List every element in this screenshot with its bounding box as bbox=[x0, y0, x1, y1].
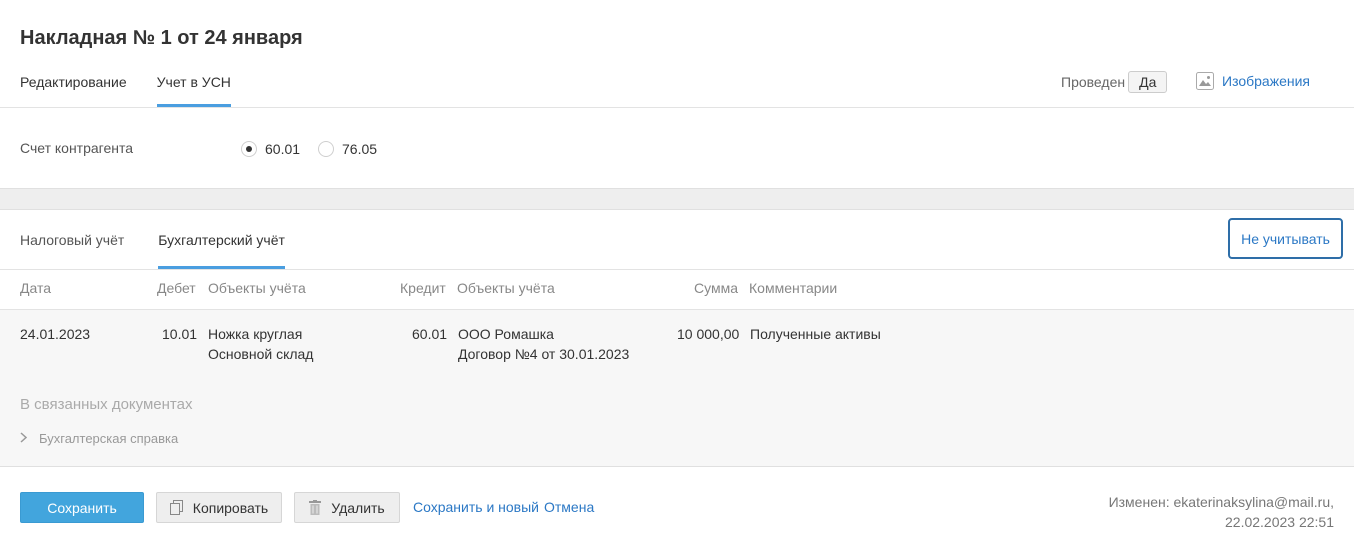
image-icon bbox=[1196, 72, 1214, 90]
save-and-new-link[interactable]: Сохранить и новый bbox=[413, 499, 539, 515]
col-header-debit-objects: Объекты учёта bbox=[208, 280, 306, 296]
modified-by: Изменен: ekaterinaksylina@mail.ru, bbox=[1108, 494, 1334, 510]
section-separator bbox=[0, 188, 1354, 210]
copy-button-label: Копировать bbox=[192, 499, 269, 516]
divider bbox=[0, 269, 1354, 270]
posted-label: Проведен bbox=[1061, 74, 1126, 90]
chevron-right-icon bbox=[20, 431, 28, 446]
linked-doc-label: Бухгалтерская справка bbox=[39, 431, 179, 446]
tab-usn-accounting[interactable]: Учет в УСН bbox=[156, 66, 232, 107]
counterparty-account-label: Счет контрагента bbox=[20, 140, 134, 156]
tab-bookkeeping[interactable]: Бухгалтерский учёт bbox=[158, 225, 285, 269]
radio-account-76-05[interactable]: 76.05 bbox=[318, 141, 377, 157]
cell-date: 24.01.2023 bbox=[20, 326, 91, 342]
cell-amount: 10 000,00 bbox=[677, 326, 740, 342]
modified-info: Изменен: ekaterinaksylina@mail.ru, 22.02… bbox=[1109, 492, 1334, 532]
col-header-amount: Сумма bbox=[694, 280, 738, 296]
accounting-subtabs: Налоговый учёт Бухгалтерский учёт bbox=[20, 225, 319, 269]
trash-icon bbox=[309, 500, 322, 515]
col-header-debit: Дебет bbox=[157, 280, 196, 296]
save-button[interactable]: Сохранить bbox=[20, 492, 144, 523]
cell-comment: Полученные активы bbox=[750, 326, 881, 342]
divider bbox=[0, 107, 1354, 108]
radio-account-60-01[interactable]: 60.01 bbox=[241, 141, 300, 157]
cell-credit-object-2: Договор №4 от 30.01.2023 bbox=[458, 346, 630, 362]
modified-date: 22.02.2023 22:51 bbox=[1225, 514, 1334, 530]
tab-tax-accounting[interactable]: Налоговый учёт bbox=[20, 225, 124, 269]
posted-status: Проведен Да bbox=[1061, 71, 1168, 93]
divider bbox=[0, 466, 1354, 467]
copy-icon bbox=[169, 500, 183, 515]
cell-debit-object-2: Основной склад bbox=[208, 346, 314, 362]
radio-label: 76.05 bbox=[342, 141, 378, 157]
col-header-credit-objects: Объекты учёта bbox=[457, 280, 555, 296]
cell-credit: 60.01 bbox=[412, 326, 448, 342]
cell-debit: 10.01 bbox=[162, 326, 198, 342]
linked-doc-accounting-note[interactable]: Бухгалтерская справка bbox=[20, 431, 178, 446]
tab-editing[interactable]: Редактирование bbox=[20, 66, 127, 107]
delete-button-label: Удалить bbox=[331, 499, 385, 516]
page-title: Накладная № 1 от 24 января bbox=[20, 27, 303, 49]
copy-button[interactable]: Копировать bbox=[156, 492, 282, 523]
document-tabs: Редактирование Учет в УСН bbox=[20, 66, 261, 107]
images-link-label: Изображения bbox=[1222, 73, 1310, 89]
radio-unchecked-icon bbox=[318, 141, 334, 157]
radio-label: 60.01 bbox=[265, 141, 301, 157]
ignore-button[interactable]: Не учитывать bbox=[1228, 218, 1343, 259]
cell-debit-object-1: Ножка круглая bbox=[208, 326, 303, 342]
col-header-comments: Комментарии bbox=[749, 280, 838, 296]
delete-button[interactable]: Удалить bbox=[294, 492, 400, 523]
images-link[interactable]: Изображения bbox=[1196, 72, 1310, 90]
cell-credit-object-1: ООО Ромашка bbox=[458, 326, 554, 342]
col-header-credit: Кредит bbox=[400, 280, 446, 296]
radio-checked-icon bbox=[241, 141, 257, 157]
cancel-link[interactable]: Отмена bbox=[544, 499, 594, 515]
linked-docs-title: В связанных документах bbox=[20, 396, 193, 413]
col-header-date: Дата bbox=[20, 280, 52, 296]
posted-value-badge[interactable]: Да bbox=[1128, 71, 1168, 93]
